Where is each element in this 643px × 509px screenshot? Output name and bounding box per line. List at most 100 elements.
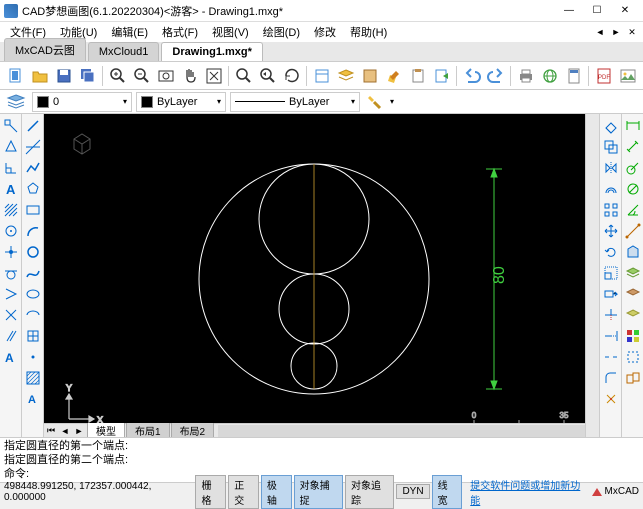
menu-close-icon[interactable]: ✕ [625, 27, 639, 38]
hscrollbar[interactable] [218, 425, 585, 437]
layer-off-icon[interactable] [623, 284, 643, 304]
group-icon[interactable] [623, 368, 643, 388]
snap-node-icon[interactable] [1, 242, 21, 262]
zoom-out-button[interactable] [130, 64, 153, 88]
extend-icon[interactable] [601, 326, 621, 346]
drawing-canvas[interactable]: 80 X Y 0 35 [44, 114, 585, 423]
array-icon[interactable] [601, 200, 621, 220]
measure-area-icon[interactable] [623, 242, 643, 262]
toggle-grid[interactable]: 栅格 [195, 475, 226, 509]
sheet-model[interactable]: 模型 [87, 421, 125, 437]
insert-block-icon[interactable] [23, 326, 43, 346]
dim-radius-icon[interactable] [623, 158, 643, 178]
snap-tangent-icon[interactable] [1, 263, 21, 283]
tab-drawing1[interactable]: Drawing1.mxg* [161, 42, 262, 61]
minimize-button[interactable]: — [555, 2, 583, 20]
saveas-button[interactable] [76, 64, 99, 88]
dim-aligned-icon[interactable] [623, 137, 643, 157]
menu-draw[interactable]: 绘图(D) [257, 22, 306, 42]
redo-button[interactable] [484, 64, 507, 88]
toggle-otrack[interactable]: 对象追踪 [345, 475, 394, 509]
layer-states-icon[interactable] [623, 263, 643, 283]
undo-button[interactable] [460, 64, 483, 88]
color-select[interactable]: ByLayer ▾ [136, 92, 226, 112]
arc-icon[interactable] [23, 221, 43, 241]
scale-icon[interactable] [601, 263, 621, 283]
block-button[interactable] [358, 64, 381, 88]
layers-button[interactable] [334, 64, 357, 88]
open-button[interactable] [28, 64, 51, 88]
spline-icon[interactable] [23, 263, 43, 283]
image-button[interactable] [616, 64, 639, 88]
selection-icon[interactable] [623, 347, 643, 367]
properties-button[interactable] [310, 64, 333, 88]
web-button[interactable] [538, 64, 561, 88]
sheet-layout2[interactable]: 布局2 [171, 421, 215, 437]
tab-mxcad-cloud[interactable]: MxCAD云图 [4, 38, 86, 61]
snap-perpendicular-icon[interactable] [1, 158, 21, 178]
rectangle-icon[interactable] [23, 200, 43, 220]
pdf-button[interactable]: PDF [592, 64, 615, 88]
measure-distance-icon[interactable] [623, 221, 643, 241]
text-icon[interactable]: A [1, 179, 21, 199]
pan-button[interactable] [178, 64, 201, 88]
layer-manager-button[interactable] [4, 92, 28, 112]
dim-angular-icon[interactable] [623, 200, 643, 220]
menu-modify[interactable]: 修改 [308, 22, 342, 42]
toggle-lwt[interactable]: 线宽 [432, 475, 463, 509]
menu-help[interactable]: 帮助(H) [344, 22, 393, 42]
ellipse-icon[interactable] [23, 284, 43, 304]
snap-intersection-icon[interactable] [1, 305, 21, 325]
toggle-osnap[interactable]: 对象捕捉 [294, 475, 343, 509]
menu-format[interactable]: 格式(F) [156, 22, 204, 42]
toggle-polar[interactable]: 极轴 [261, 475, 292, 509]
menu-view[interactable]: 视图(V) [206, 22, 255, 42]
hatch-icon[interactable] [23, 368, 43, 388]
maximize-button[interactable]: ☐ [583, 2, 611, 20]
rotate-icon[interactable] [601, 242, 621, 262]
snap-parallel-icon[interactable] [1, 326, 21, 346]
polygon-icon[interactable] [23, 179, 43, 199]
linetype-select[interactable]: ByLayer ▾ [230, 92, 360, 112]
zoom-in-button[interactable] [106, 64, 129, 88]
erase-icon[interactable] [601, 116, 621, 136]
sheet-next-icon[interactable]: ► [72, 426, 86, 436]
feedback-link[interactable]: 提交软件问题或增加新功能 [470, 477, 582, 507]
dim-linear-icon[interactable] [623, 116, 643, 136]
fillet-icon[interactable] [601, 368, 621, 388]
zoom-window-button[interactable] [154, 64, 177, 88]
mirror-icon[interactable] [601, 158, 621, 178]
dimension-hatch-icon[interactable] [1, 200, 21, 220]
dim-diameter-icon[interactable] [623, 179, 643, 199]
save-button[interactable] [52, 64, 75, 88]
sheet-first-icon[interactable]: ⏮ [44, 425, 58, 436]
color-palette-icon[interactable] [623, 326, 643, 346]
export-button[interactable] [430, 64, 453, 88]
regen-button[interactable] [280, 64, 303, 88]
matchprop-button[interactable] [364, 92, 386, 112]
vscrollbar[interactable] [585, 114, 599, 437]
calculator-button[interactable] [562, 64, 585, 88]
zoom-extents-button[interactable] [202, 64, 225, 88]
menu-prev-icon[interactable]: ◄ [593, 27, 607, 38]
snap-center-icon[interactable] [1, 221, 21, 241]
point-icon[interactable] [23, 347, 43, 367]
break-icon[interactable] [601, 347, 621, 367]
layer-select[interactable]: 0 ▾ [32, 92, 132, 112]
menu-next-icon[interactable]: ► [609, 27, 623, 38]
sheet-layout1[interactable]: 布局1 [126, 421, 170, 437]
mtext-icon[interactable]: A [23, 389, 43, 409]
explode-icon[interactable] [601, 389, 621, 409]
clipboard-button[interactable] [406, 64, 429, 88]
copy-icon[interactable] [601, 137, 621, 157]
ellipse-arc-icon[interactable] [23, 305, 43, 325]
polyline-icon[interactable] [23, 158, 43, 178]
layer-isolate-icon[interactable] [623, 305, 643, 325]
zoom-realtime-button[interactable] [232, 64, 255, 88]
toggle-ortho[interactable]: 正交 [228, 475, 259, 509]
xline-icon[interactable] [23, 137, 43, 157]
print-button[interactable] [514, 64, 537, 88]
snap-endpoint-icon[interactable] [1, 116, 21, 136]
trim-icon[interactable] [601, 305, 621, 325]
sheet-prev-icon[interactable]: ◄ [58, 426, 72, 436]
